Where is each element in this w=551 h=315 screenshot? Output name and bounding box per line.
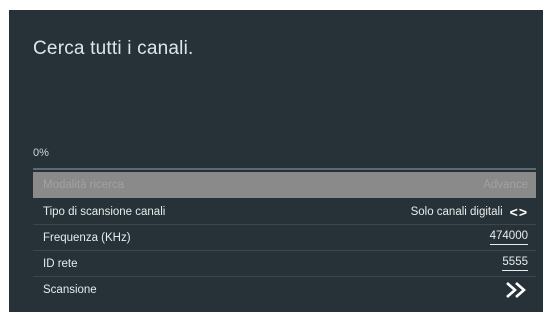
scan-label: Scansione	[43, 284, 97, 296]
scan-type-row[interactable]: Tipo di scansione canali Solo canali dig…	[33, 199, 536, 225]
left-right-arrows-icon[interactable]: <>	[510, 204, 528, 220]
scan-type-label: Tipo di scansione canali	[43, 205, 166, 218]
double-chevron-right-icon[interactable]	[504, 281, 528, 299]
progress-bar	[33, 168, 536, 170]
search-mode-row: Modalità ricerca Advance	[33, 172, 536, 198]
frequency-label: Frequenza (KHz)	[43, 231, 131, 244]
progress-percentage: 0%	[33, 147, 49, 159]
network-id-row[interactable]: ID rete 5555	[33, 251, 536, 277]
scan-type-selector[interactable]: Solo canali digitali <>	[411, 204, 536, 220]
frequency-row[interactable]: Frequenza (KHz) 474000	[33, 225, 536, 251]
search-mode-value: Advance	[483, 179, 528, 191]
page-title: Cerca tutti i canali.	[33, 38, 194, 59]
network-id-label: ID rete	[43, 257, 78, 270]
search-mode-label: Modalità ricerca	[43, 179, 125, 191]
scan-type-value: Solo canali digitali	[410, 205, 503, 218]
frequency-field[interactable]: 474000	[489, 230, 528, 245]
channel-search-panel: Cerca tutti i canali. 0% Modalità ricerc…	[9, 10, 543, 312]
scan-start-button[interactable]	[504, 281, 536, 299]
network-id-field[interactable]: 5555	[502, 256, 528, 271]
scan-row[interactable]: Scansione	[33, 277, 536, 303]
